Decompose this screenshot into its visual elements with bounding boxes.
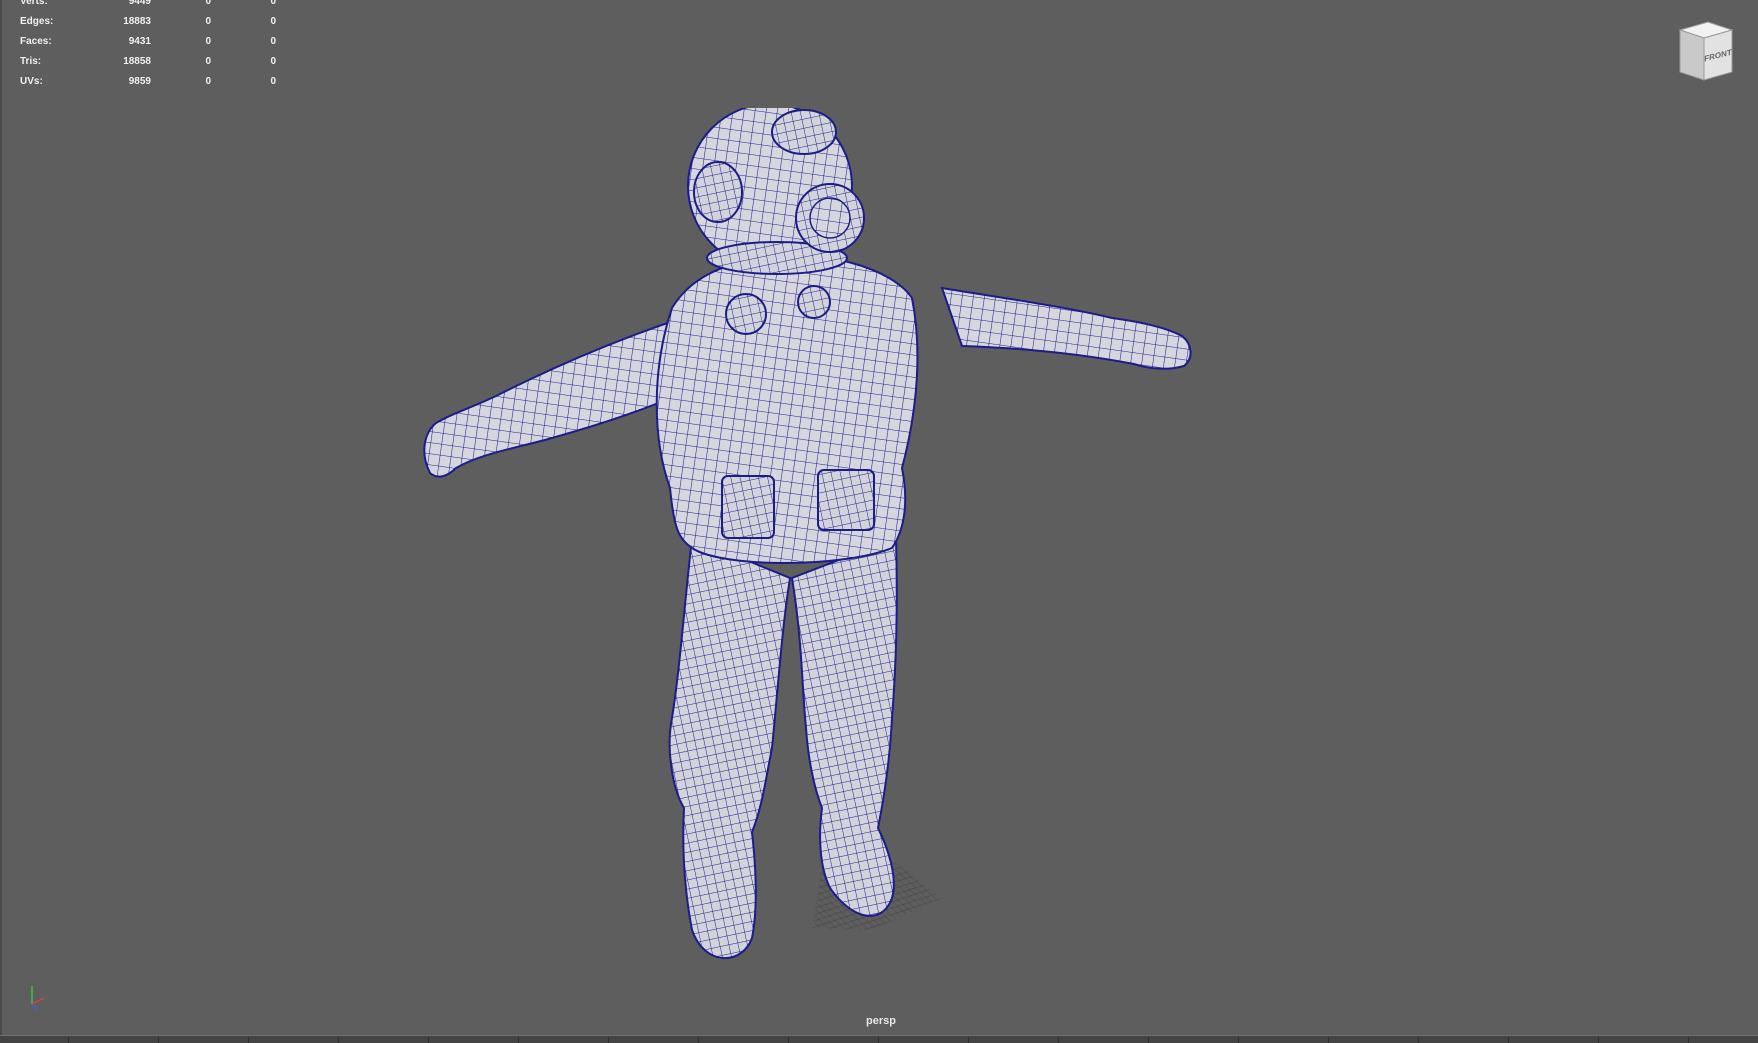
hud-label: Verts:	[20, 0, 48, 7]
hud-value: 0	[205, 36, 211, 47]
hud-value: 0	[205, 0, 211, 7]
helmet-top-port	[771, 109, 837, 155]
view-cube[interactable]: FRONT	[1670, 18, 1738, 86]
hud-row-edges: Edges: 18883 0 0	[18, 12, 278, 32]
diver-character-mesh[interactable]	[422, 108, 1282, 988]
hud-value: 0	[205, 76, 211, 87]
helmet-side-port	[693, 161, 743, 223]
hud-value: 0	[270, 36, 276, 47]
helmet-front-port-inner	[809, 197, 851, 239]
hud-value: 0	[270, 0, 276, 7]
torso	[655, 254, 919, 564]
hud-label: UVs:	[20, 76, 43, 87]
axis-gizmo	[31, 986, 45, 1011]
hud-row-tris: Tris: 18858 0 0	[18, 52, 278, 72]
hud-row-uvs: UVs: 9859 0 0	[18, 72, 278, 92]
hud-value: 0	[270, 56, 276, 67]
hud-value: 9449	[128, 0, 151, 7]
left-arm	[423, 316, 694, 478]
left-leg	[668, 536, 792, 960]
belt-pouch	[721, 475, 775, 539]
hud-value: 0	[205, 16, 211, 27]
poly-count-hud: Verts: 9449 0 0 Edges: 18883 0 0 Faces: …	[18, 0, 278, 92]
chest-valve	[725, 293, 767, 335]
right-arm	[940, 286, 1192, 370]
camera-name-label: persp	[866, 1015, 896, 1027]
right-leg	[790, 536, 898, 917]
hud-value: 9859	[128, 76, 151, 87]
hud-value: 0	[270, 16, 276, 27]
hud-value: 9431	[128, 36, 151, 47]
belt-pouch	[817, 469, 875, 531]
bottom-panel-edge	[0, 1035, 1758, 1043]
perspective-viewport[interactable]: Verts: 9449 0 0 Edges: 18883 0 0 Faces: …	[0, 0, 1758, 1035]
hud-value: 0	[205, 56, 211, 67]
hud-row-verts: Verts: 9449 0 0	[18, 0, 278, 12]
hud-value: 18883	[123, 16, 151, 27]
hud-value: 0	[270, 76, 276, 87]
chest-valve	[797, 285, 831, 319]
hud-label: Edges:	[20, 16, 54, 27]
hud-row-faces: Faces: 9431 0 0	[18, 32, 278, 52]
hud-value: 18858	[123, 56, 151, 67]
hud-label: Faces:	[20, 36, 52, 47]
hud-label: Tris:	[20, 56, 42, 67]
